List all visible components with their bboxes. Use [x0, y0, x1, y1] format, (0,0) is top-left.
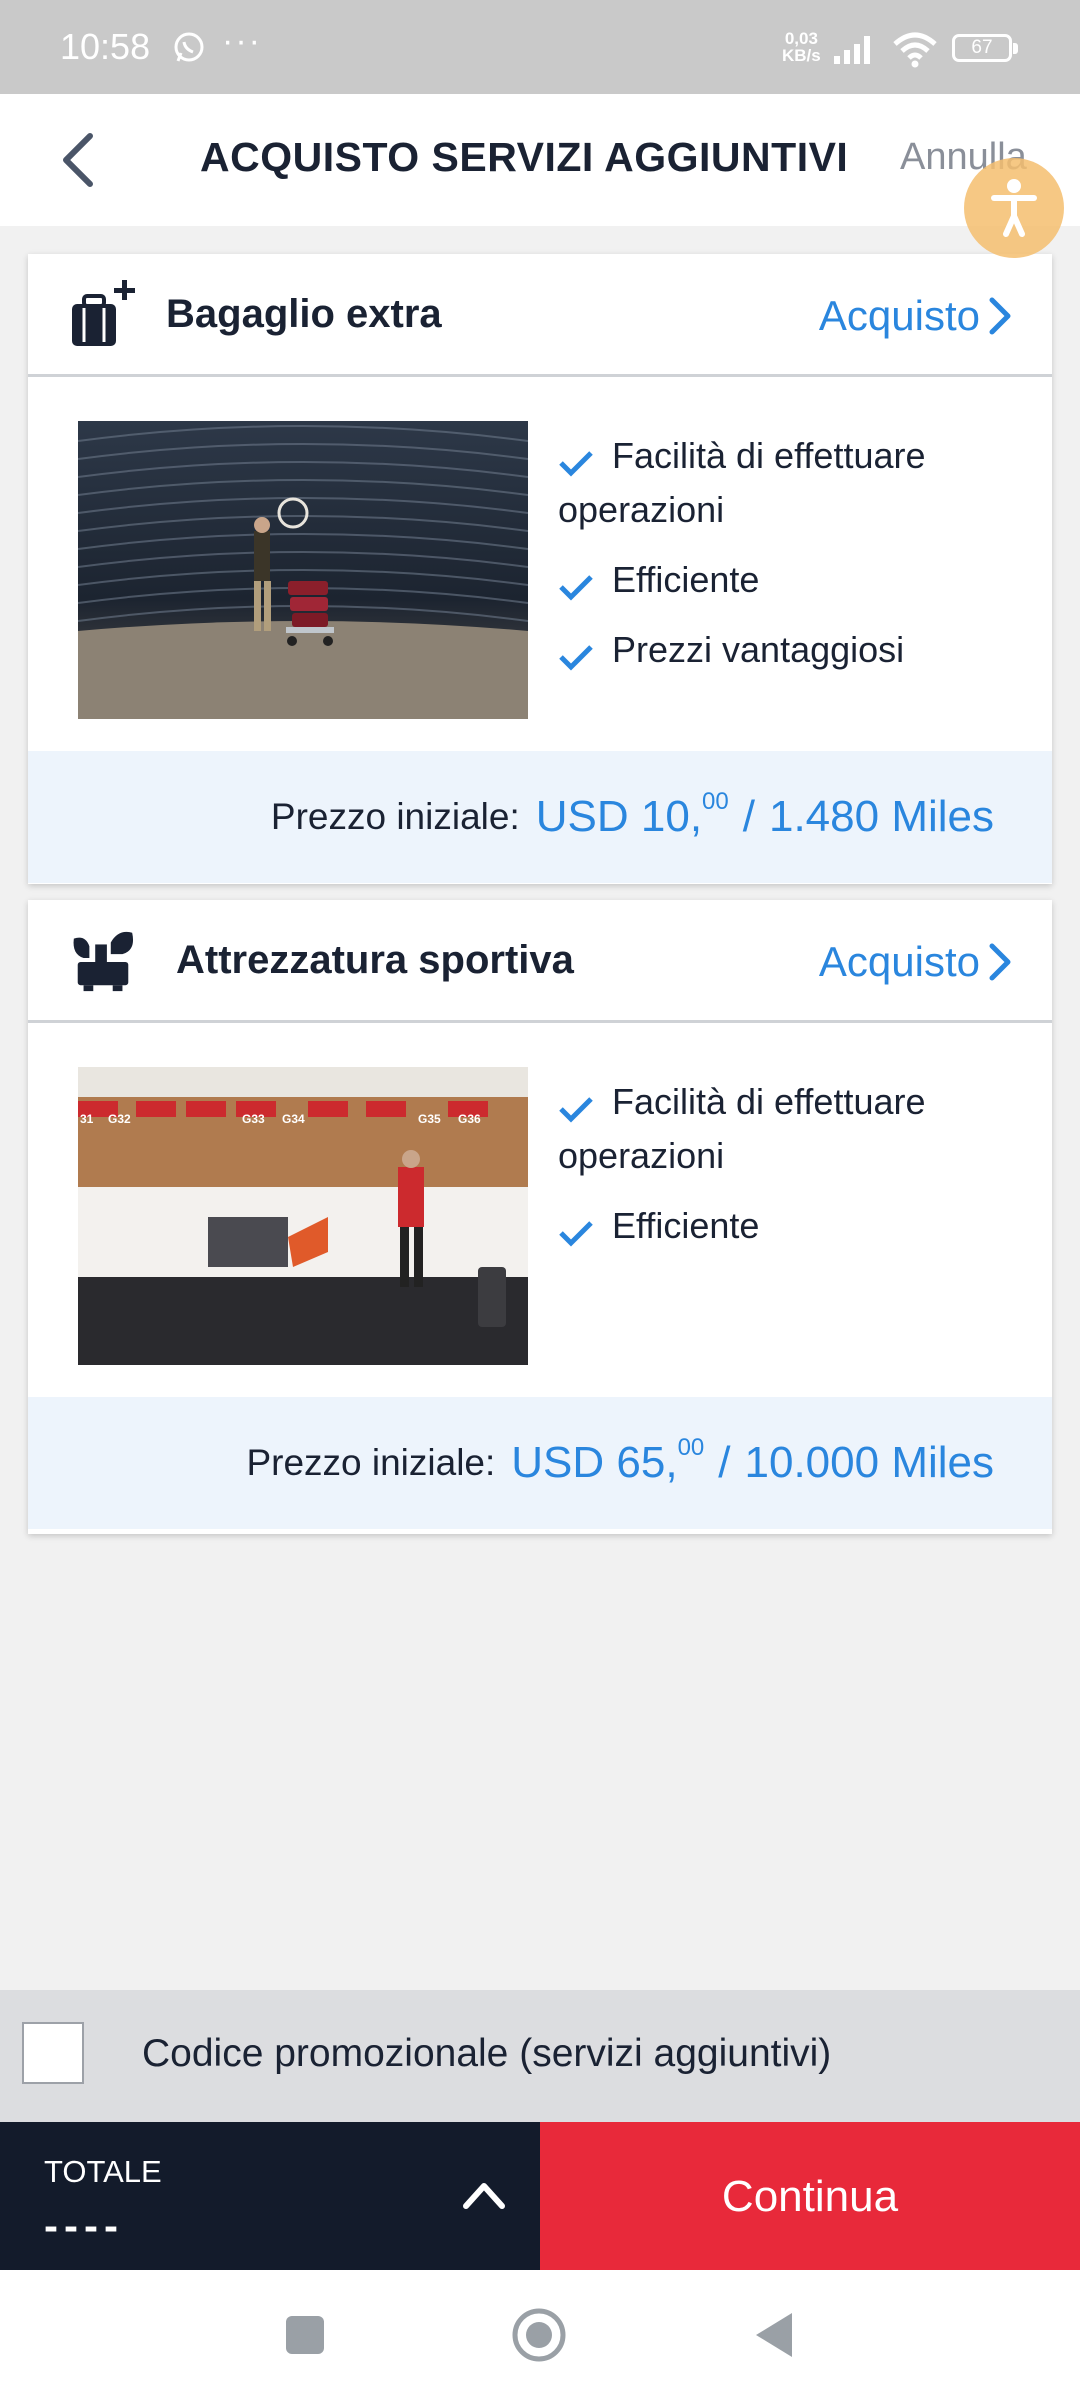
app-header: ACQUISTO SERVIZI AGGIUNTIVI Annulla — [0, 94, 1080, 226]
total-label: TOTALE — [44, 2154, 162, 2189]
feature-item: Efficiente — [558, 553, 1028, 607]
gate-sign: G34 — [282, 1112, 305, 1126]
price-label: Prezzo iniziale: — [246, 1442, 496, 1483]
price-miles: 10.000 Miles — [744, 1438, 994, 1487]
home-icon[interactable] — [510, 2306, 568, 2364]
accessibility-button[interactable] — [964, 158, 1064, 258]
gate-sign: 31 — [80, 1112, 94, 1126]
service-card-sports-equipment: Attrezzatura sportiva Acquisto 31 G32 G3… — [28, 900, 1052, 1534]
net-speed: 0,03 KB/s — [782, 29, 821, 65]
gate-sign: G36 — [458, 1112, 481, 1126]
price-bar: Prezzo iniziale: USD 10,00 / 1.480 Miles — [28, 751, 1052, 883]
page-title: ACQUISTO SERVIZI AGGIUNTIVI — [200, 134, 849, 180]
status-bar: 10:58 ··· 0,03 KB/s 67 — [0, 0, 1080, 94]
promo-code-label[interactable]: Codice promozionale (servizi aggiuntivi) — [142, 2032, 831, 2076]
back-arrow-icon[interactable] — [56, 130, 100, 190]
check-icon — [559, 575, 593, 601]
card-header: Attrezzatura sportiva Acquisto — [28, 900, 1052, 1023]
chevron-right-icon — [989, 943, 1011, 981]
card-header: Bagaglio extra Acquisto — [28, 254, 1052, 377]
feature-item: Prezzi vantaggiosi — [558, 623, 1028, 677]
more-notifications-icon: ··· — [222, 22, 262, 60]
service-card-extra-baggage: Bagaglio extra Acquisto Facilità di effe… — [28, 254, 1052, 884]
price-separator: / — [742, 792, 755, 841]
signal-icon — [834, 36, 870, 64]
accessibility-icon — [991, 179, 1037, 237]
battery-icon: 67 — [952, 34, 1018, 62]
price-label: Prezzo iniziale: — [270, 796, 520, 837]
total-value: ---- — [44, 2202, 124, 2249]
check-icon — [559, 1221, 593, 1247]
chevron-right-icon — [989, 297, 1011, 335]
feature-list: Facilità di effettuare operazioni Effici… — [558, 1075, 1028, 1269]
buy-button[interactable]: Acquisto — [819, 292, 1012, 340]
price-bar: Prezzo iniziale: USD 65,00 / 10.000 Mile… — [28, 1397, 1052, 1529]
price-usd: USD 65,00 — [511, 1434, 705, 1487]
gate-sign: G33 — [242, 1112, 265, 1126]
system-nav-bar — [0, 2270, 1080, 2400]
feature-item: Efficiente — [558, 1199, 1028, 1253]
extra-baggage-photo — [78, 421, 528, 719]
check-icon — [559, 451, 593, 477]
card-body: Facilità di effettuare operazioni Effici… — [28, 377, 1052, 751]
check-icon — [559, 1097, 593, 1123]
price-separator: / — [718, 1438, 731, 1487]
chevron-up-icon[interactable] — [460, 2174, 508, 2214]
price-usd: USD 10,00 — [535, 788, 729, 841]
sports-equipment-photo: 31 G32 G33 G34 G35 G36 — [78, 1067, 528, 1365]
check-icon — [559, 645, 593, 671]
feature-item: Facilità di effettuare operazioni — [558, 1081, 926, 1176]
recents-icon[interactable] — [286, 2316, 324, 2354]
buy-button[interactable]: Acquisto — [819, 938, 1012, 986]
card-body: 31 G32 G33 G34 G35 G36 Facilità di effet… — [28, 1023, 1052, 1397]
feature-item: Facilità di effettuare operazioni — [558, 435, 926, 530]
whatsapp-icon — [174, 32, 204, 62]
service-title: Bagaglio extra — [166, 292, 442, 336]
promo-code-checkbox[interactable] — [22, 2022, 84, 2084]
total-panel[interactable]: TOTALE ---- — [0, 2122, 540, 2270]
sports-equipment-icon — [73, 931, 134, 992]
continue-button[interactable]: Continua — [540, 2122, 1080, 2270]
service-title: Attrezzatura sportiva — [176, 938, 574, 982]
luggage-plus-icon — [72, 280, 135, 346]
gate-sign: G32 — [108, 1112, 131, 1126]
price-miles: 1.480 Miles — [768, 792, 994, 841]
status-time: 10:58 — [60, 26, 151, 67]
wifi-icon — [893, 32, 937, 68]
gate-sign: G35 — [418, 1112, 441, 1126]
back-triangle-icon[interactable] — [752, 2310, 796, 2360]
feature-list: Facilità di effettuare operazioni Effici… — [558, 429, 1028, 693]
promo-code-row[interactable]: Codice promozionale (servizi aggiuntivi) — [0, 1990, 1080, 2122]
